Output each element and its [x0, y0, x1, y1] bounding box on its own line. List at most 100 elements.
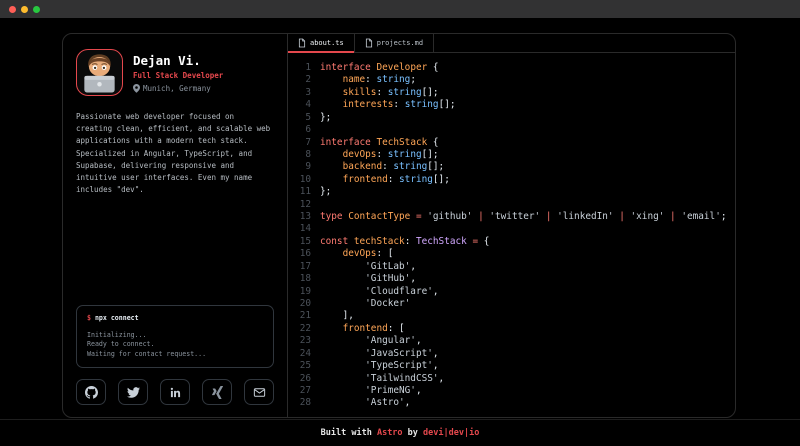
profile-role: Full Stack Developer [133, 71, 223, 80]
code-line: 19 'Cloudflare', [294, 286, 735, 298]
code-line: 4 interests: string[]; [294, 99, 735, 111]
linkedin-button[interactable] [160, 379, 190, 405]
line-number: 28 [294, 397, 311, 409]
minimize-button[interactable] [21, 6, 28, 13]
line-number: 13 [294, 211, 311, 223]
code-line: 9 backend: string[]; [294, 161, 735, 173]
code-line-content: devOps: string[]; [320, 149, 439, 161]
line-number: 3 [294, 87, 311, 99]
code-line: 17 'GitLab', [294, 261, 735, 273]
line-number: 17 [294, 261, 311, 273]
line-number: 19 [294, 286, 311, 298]
code-line-content: type ContactType = 'github' | 'twitter' … [320, 211, 727, 223]
code-line-content: 'GitHub', [320, 273, 416, 285]
line-number: 7 [294, 137, 311, 149]
terminal-output-line: Initializing... [87, 331, 263, 340]
file-icon [298, 38, 306, 48]
github-button[interactable] [76, 379, 106, 405]
site-link[interactable]: devi|dev|io [423, 428, 479, 438]
code-line-content: ], [320, 310, 354, 322]
location-pin-icon [133, 84, 140, 93]
code-line-content: interests: string[]; [320, 99, 456, 111]
tab-label: projects.md [377, 39, 423, 47]
terminal-command-line: $ npx connect [87, 314, 263, 322]
code-line: 21 ], [294, 310, 735, 322]
tab-projects-md[interactable]: projects.md [355, 34, 434, 52]
file-icon [365, 38, 373, 48]
terminal-command: npx connect [91, 314, 139, 322]
code-line: 10 frontend: string[]; [294, 174, 735, 186]
bio-text: Passionate web developer focused on crea… [76, 111, 274, 196]
maximize-button[interactable] [33, 6, 40, 13]
terminal-output-line: Waiting for contact request... [87, 350, 263, 359]
line-number: 1 [294, 62, 311, 74]
linkedin-icon [169, 386, 182, 399]
line-number: 20 [294, 298, 311, 310]
footer-by: by [403, 428, 423, 438]
code-line-content: }; [320, 186, 331, 198]
code-line: 16 devOps: [ [294, 248, 735, 260]
code-line: 27 'PrimeNG', [294, 385, 735, 397]
code-line-content: }; [320, 112, 331, 124]
github-icon [85, 386, 98, 399]
line-number: 14 [294, 223, 311, 235]
astro-link[interactable]: Astro [377, 428, 403, 438]
code-line-content: frontend: string[]; [320, 174, 450, 186]
code-line: 13 type ContactType = 'github' | 'twitter… [294, 211, 735, 223]
code-line: 23 'Angular', [294, 335, 735, 347]
line-number: 27 [294, 385, 311, 397]
line-number: 26 [294, 373, 311, 385]
line-number: 12 [294, 199, 311, 211]
line-number: 25 [294, 360, 311, 372]
code-line-content: const techStack: TechStack = { [320, 236, 489, 248]
line-number: 5 [294, 112, 311, 124]
location-text: Munich, Germany [143, 84, 211, 93]
profile-header: Dejan Vi. Full Stack Developer Munich, G… [76, 49, 274, 96]
email-button[interactable] [244, 379, 274, 405]
editor-tabbar: about.ts projects.md [288, 34, 735, 53]
code-line-content: devOps: [ [320, 248, 393, 260]
profile-location: Munich, Germany [133, 84, 223, 93]
terminal-output-line: Ready to connect. [87, 340, 263, 349]
editor-pane: about.ts projects.md 1 interface Develope… [288, 34, 735, 417]
profile-name: Dejan Vi. [133, 53, 223, 68]
line-number: 22 [294, 323, 311, 335]
code-line: 1 interface Developer { [294, 62, 735, 74]
code-line-content: interface Developer { [320, 62, 439, 74]
window-titlebar [0, 0, 800, 18]
code-line: 2 name: string; [294, 74, 735, 86]
code-line: 12 [294, 199, 735, 211]
twitter-button[interactable] [118, 379, 148, 405]
line-number: 10 [294, 174, 311, 186]
page-footer: Built with Astro by devi|dev|io [0, 419, 800, 446]
profile-sidebar: Dejan Vi. Full Stack Developer Munich, G… [63, 34, 288, 417]
profile-meta: Dejan Vi. Full Stack Developer Munich, G… [133, 53, 223, 93]
line-number: 4 [294, 99, 311, 111]
terminal-panel: $ npx connect Initializing... Ready to c… [76, 305, 274, 368]
line-number: 15 [294, 236, 311, 248]
code-line: 14 [294, 223, 735, 235]
tab-about-ts[interactable]: about.ts [288, 34, 355, 52]
line-number: 24 [294, 348, 311, 360]
code-line-content: 'GitLab', [320, 261, 416, 273]
xing-icon [211, 386, 224, 399]
code-line: 5}; [294, 112, 735, 124]
code-line: 22 frontend: [ [294, 323, 735, 335]
avatar-memoji-icon [77, 50, 122, 95]
code-line: 25 'TypeScript', [294, 360, 735, 372]
line-number: 21 [294, 310, 311, 322]
main-card: Dejan Vi. Full Stack Developer Munich, G… [62, 33, 736, 418]
code-editor[interactable]: 1interface Developer {2 name: string;3 s… [288, 53, 735, 417]
code-line-content: backend: string[]; [320, 161, 444, 173]
code-line: 6 [294, 124, 735, 136]
tab-label: about.ts [310, 39, 344, 47]
code-line: 15 const techStack: TechStack = { [294, 236, 735, 248]
code-line: 20 'Docker' [294, 298, 735, 310]
line-number: 2 [294, 74, 311, 86]
close-button[interactable] [9, 6, 16, 13]
line-number: 9 [294, 161, 311, 173]
xing-button[interactable] [202, 379, 232, 405]
code-line-content: 'Astro', [320, 397, 410, 409]
code-line-content: 'JavaScript', [320, 348, 439, 360]
twitter-icon [127, 386, 140, 399]
